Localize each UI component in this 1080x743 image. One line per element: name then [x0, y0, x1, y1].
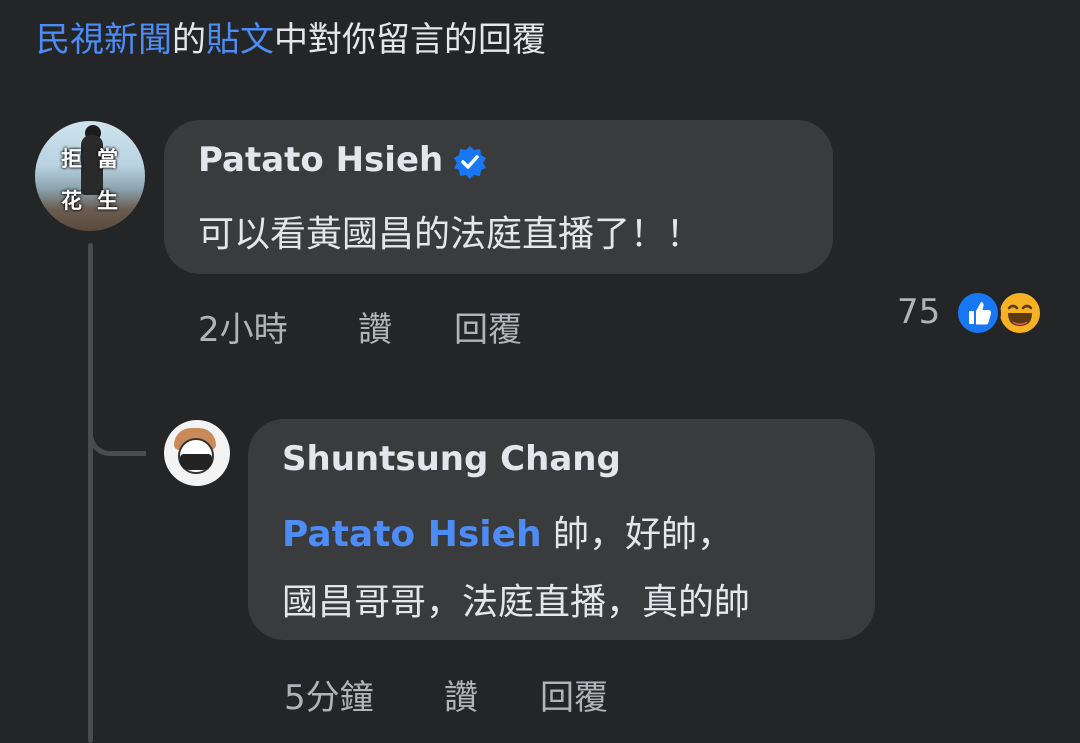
avatar-text: 拒: [61, 147, 82, 171]
reply-time: 5分鐘: [284, 678, 374, 718]
comment-bubble[interactable]: Patato Hsieh 可以看黃國昌的法庭直播了！！: [164, 120, 833, 274]
post-link[interactable]: 貼文: [206, 20, 274, 60]
verified-badge-icon: [454, 146, 486, 179]
reply-bubble[interactable]: Shuntsung Chang Patato Hsieh 帥，好帥， 國昌哥哥，…: [248, 419, 875, 640]
thread-line-branch: [88, 398, 146, 456]
reply-text-line-2: 國昌哥哥，法庭直播，真的帥: [282, 582, 751, 623]
thread-line: [88, 243, 93, 743]
mention-link[interactable]: Patato Hsieh: [282, 514, 542, 555]
page-title: 民視新聞的貼文中對你留言的回覆: [36, 14, 546, 66]
reply-author[interactable]: Shuntsung Chang: [282, 439, 621, 479]
avatar[interactable]: 拒 當 花 生: [35, 121, 145, 231]
reply-text-1: 帥，好帥，: [541, 514, 734, 555]
header-connector: 的: [172, 20, 206, 60]
reply-button[interactable]: 回覆: [454, 302, 522, 351]
haha-icon: [997, 290, 1043, 336]
like-button[interactable]: 讚: [444, 670, 478, 719]
avatar-mask: [180, 454, 212, 470]
reply-button[interactable]: 回覆: [540, 670, 608, 719]
reaction-count: 75: [897, 292, 941, 332]
page-name-link[interactable]: 民視新聞: [36, 20, 172, 60]
avatar[interactable]: [164, 420, 230, 486]
like-button[interactable]: 讚: [358, 302, 392, 351]
comment-actions: 2小時 讚 回覆: [198, 302, 598, 352]
reply-actions: 5分鐘 讚 回覆: [284, 670, 684, 720]
avatar-text: 當: [97, 147, 118, 171]
reply-text-line-1: Patato Hsieh 帥，好帥，: [282, 505, 733, 557]
avatar-text: 生: [97, 189, 118, 213]
comment-text: 可以看黃國昌的法庭直播了！！: [198, 214, 703, 255]
like-icon: [955, 290, 1001, 336]
avatar-text: 花: [61, 189, 82, 213]
notification-reply-view: 民視新聞的貼文中對你留言的回覆 拒 當 花 生 Patato Hsieh 可以看…: [0, 0, 1080, 743]
header-suffix: 中對你留言的回覆: [274, 20, 546, 60]
comment-author[interactable]: Patato Hsieh: [198, 140, 443, 180]
comment-time: 2小時: [198, 310, 288, 350]
